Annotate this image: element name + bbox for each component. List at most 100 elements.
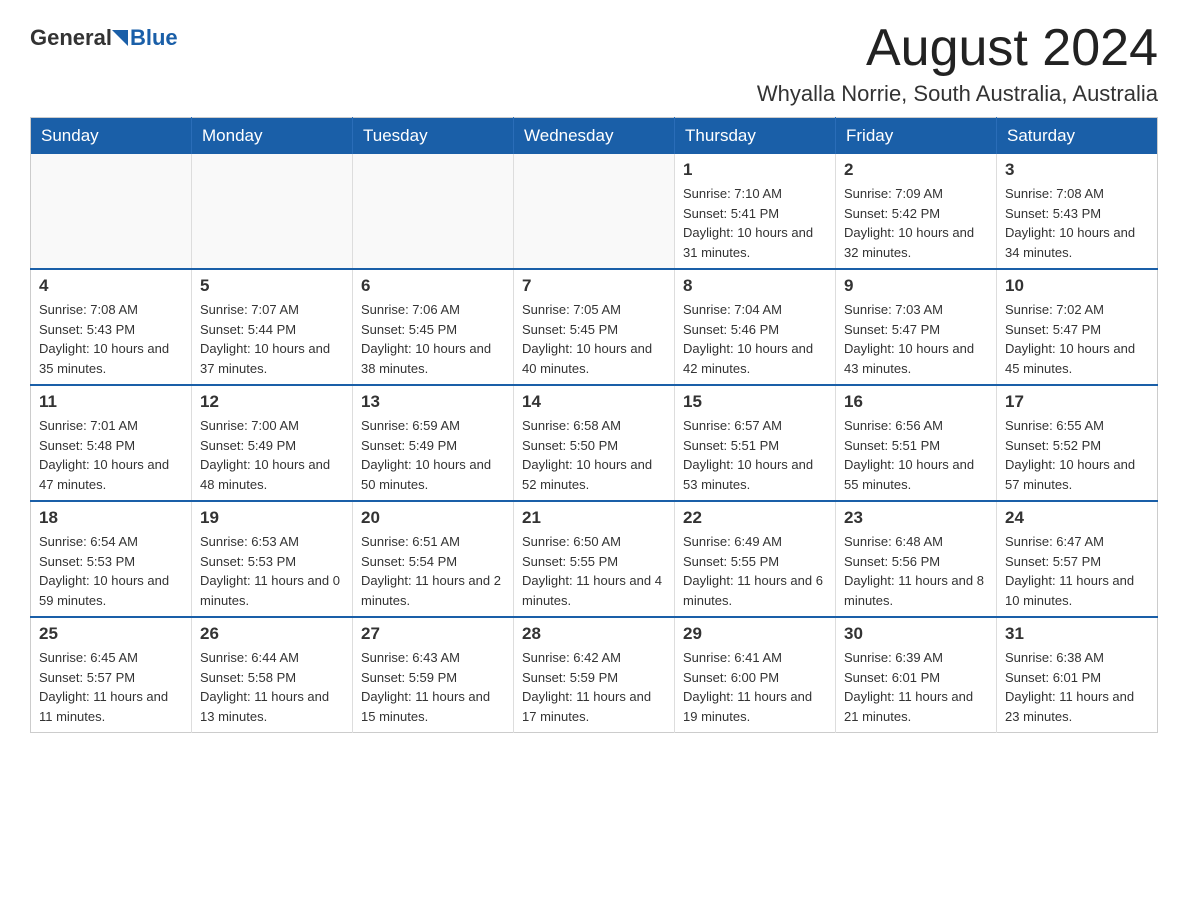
day-number: 12 [200,392,344,412]
day-number: 10 [1005,276,1149,296]
day-number: 16 [844,392,988,412]
day-number: 18 [39,508,183,528]
day-number: 31 [1005,624,1149,644]
calendar-cell: 6 Sunrise: 7:06 AMSunset: 5:45 PMDaylight… [353,269,514,385]
day-number: 22 [683,508,827,528]
day-of-week-header: Wednesday [514,118,675,155]
day-info: Sunrise: 7:00 AMSunset: 5:49 PMDaylight:… [200,416,344,494]
calendar-cell: 26 Sunrise: 6:44 AMSunset: 5:58 PMDayligh… [192,617,353,733]
calendar-cell: 31 Sunrise: 6:38 AMSunset: 6:01 PMDayligh… [997,617,1158,733]
day-of-week-header: Sunday [31,118,192,155]
calendar-week-row: 25 Sunrise: 6:45 AMSunset: 5:57 PMDayligh… [31,617,1158,733]
day-info: Sunrise: 6:38 AMSunset: 6:01 PMDaylight:… [1005,648,1149,726]
title-section: August 2024 Whyalla Norrie, South Austra… [757,20,1158,107]
calendar-cell: 12 Sunrise: 7:00 AMSunset: 5:49 PMDayligh… [192,385,353,501]
calendar-cell: 1 Sunrise: 7:10 AMSunset: 5:41 PMDaylight… [675,154,836,269]
calendar-week-row: 11Sunrise: 7:01 AMSunset: 5:48 PMDayligh… [31,385,1158,501]
calendar-cell: 4Sunrise: 7:08 AMSunset: 5:43 PMDaylight… [31,269,192,385]
calendar-cell: 22Sunrise: 6:49 AMSunset: 5:55 PMDayligh… [675,501,836,617]
calendar-cell: 24 Sunrise: 6:47 AMSunset: 5:57 PMDayligh… [997,501,1158,617]
calendar-cell: 5 Sunrise: 7:07 AMSunset: 5:44 PMDaylight… [192,269,353,385]
calendar-cell: 8 Sunrise: 7:04 AMSunset: 5:46 PMDaylight… [675,269,836,385]
calendar-cell: 19 Sunrise: 6:53 AMSunset: 5:53 PMDayligh… [192,501,353,617]
day-info: Sunrise: 6:41 AMSunset: 6:00 PMDaylight:… [683,648,827,726]
day-number: 11 [39,392,183,412]
day-number: 8 [683,276,827,296]
logo-arrow-icon [112,30,128,46]
calendar-cell: 11Sunrise: 7:01 AMSunset: 5:48 PMDayligh… [31,385,192,501]
day-info: Sunrise: 6:56 AMSunset: 5:51 PMDaylight:… [844,416,988,494]
day-number: 14 [522,392,666,412]
calendar-cell [353,154,514,269]
day-info: Sunrise: 7:09 AMSunset: 5:42 PMDaylight:… [844,184,988,262]
logo-blue-part: Blue [112,25,178,51]
day-info: Sunrise: 6:45 AMSunset: 5:57 PMDaylight:… [39,648,183,726]
day-of-week-header: Saturday [997,118,1158,155]
calendar-table: SundayMondayTuesdayWednesdayThursdayFrid… [30,117,1158,733]
calendar-week-row: 18 Sunrise: 6:54 AMSunset: 5:53 PMDayligh… [31,501,1158,617]
day-info: Sunrise: 6:39 AMSunset: 6:01 PMDaylight:… [844,648,988,726]
calendar-cell: 3 Sunrise: 7:08 AMSunset: 5:43 PMDaylight… [997,154,1158,269]
calendar-cell: 17Sunrise: 6:55 AMSunset: 5:52 PMDayligh… [997,385,1158,501]
calendar-cell: 9Sunrise: 7:03 AMSunset: 5:47 PMDaylight… [836,269,997,385]
day-number: 6 [361,276,505,296]
day-info: Sunrise: 7:05 AMSunset: 5:45 PMDaylight:… [522,300,666,378]
day-number: 3 [1005,160,1149,180]
day-of-week-header: Tuesday [353,118,514,155]
day-number: 15 [683,392,827,412]
day-info: Sunrise: 6:59 AMSunset: 5:49 PMDaylight:… [361,416,505,494]
day-number: 5 [200,276,344,296]
day-info: Sunrise: 6:53 AMSunset: 5:53 PMDaylight:… [200,532,344,610]
day-info: Sunrise: 6:48 AMSunset: 5:56 PMDaylight:… [844,532,988,610]
calendar-cell [514,154,675,269]
logo-blue-text: Blue [130,25,178,51]
day-number: 26 [200,624,344,644]
calendar-cell: 29Sunrise: 6:41 AMSunset: 6:00 PMDayligh… [675,617,836,733]
day-info: Sunrise: 7:08 AMSunset: 5:43 PMDaylight:… [39,300,183,378]
calendar-cell: 21 Sunrise: 6:50 AMSunset: 5:55 PMDayligh… [514,501,675,617]
day-number: 13 [361,392,505,412]
location-subtitle: Whyalla Norrie, South Australia, Austral… [757,81,1158,107]
day-number: 24 [1005,508,1149,528]
calendar-cell: 7Sunrise: 7:05 AMSunset: 5:45 PMDaylight… [514,269,675,385]
day-number: 21 [522,508,666,528]
day-number: 25 [39,624,183,644]
calendar-cell: 23 Sunrise: 6:48 AMSunset: 5:56 PMDayligh… [836,501,997,617]
day-number: 19 [200,508,344,528]
day-info: Sunrise: 7:07 AMSunset: 5:44 PMDaylight:… [200,300,344,378]
day-info: Sunrise: 6:44 AMSunset: 5:58 PMDaylight:… [200,648,344,726]
calendar-cell: 27 Sunrise: 6:43 AMSunset: 5:59 PMDayligh… [353,617,514,733]
day-info: Sunrise: 6:42 AMSunset: 5:59 PMDaylight:… [522,648,666,726]
day-info: Sunrise: 6:50 AMSunset: 5:55 PMDaylight:… [522,532,666,610]
day-number: 17 [1005,392,1149,412]
calendar-cell: 14 Sunrise: 6:58 AMSunset: 5:50 PMDayligh… [514,385,675,501]
day-number: 30 [844,624,988,644]
day-info: Sunrise: 7:04 AMSunset: 5:46 PMDaylight:… [683,300,827,378]
calendar-cell: 16 Sunrise: 6:56 AMSunset: 5:51 PMDayligh… [836,385,997,501]
day-number: 27 [361,624,505,644]
logo-general-text: General [30,25,112,51]
day-info: Sunrise: 7:03 AMSunset: 5:47 PMDaylight:… [844,300,988,378]
day-info: Sunrise: 6:54 AMSunset: 5:53 PMDaylight:… [39,532,183,610]
calendar-cell: 15 Sunrise: 6:57 AMSunset: 5:51 PMDayligh… [675,385,836,501]
calendar-cell: 25 Sunrise: 6:45 AMSunset: 5:57 PMDayligh… [31,617,192,733]
logo: General Blue [30,20,178,51]
day-info: Sunrise: 6:51 AMSunset: 5:54 PMDaylight:… [361,532,505,610]
day-header-row: SundayMondayTuesdayWednesdayThursdayFrid… [31,118,1158,155]
day-info: Sunrise: 7:06 AMSunset: 5:45 PMDaylight:… [361,300,505,378]
calendar-cell: 2 Sunrise: 7:09 AMSunset: 5:42 PMDaylight… [836,154,997,269]
calendar-cell: 28Sunrise: 6:42 AMSunset: 5:59 PMDayligh… [514,617,675,733]
day-info: Sunrise: 6:58 AMSunset: 5:50 PMDaylight:… [522,416,666,494]
day-number: 23 [844,508,988,528]
calendar-cell: 18 Sunrise: 6:54 AMSunset: 5:53 PMDayligh… [31,501,192,617]
day-info: Sunrise: 6:47 AMSunset: 5:57 PMDaylight:… [1005,532,1149,610]
calendar-header: SundayMondayTuesdayWednesdayThursdayFrid… [31,118,1158,155]
day-info: Sunrise: 7:08 AMSunset: 5:43 PMDaylight:… [1005,184,1149,262]
day-info: Sunrise: 6:43 AMSunset: 5:59 PMDaylight:… [361,648,505,726]
day-info: Sunrise: 6:57 AMSunset: 5:51 PMDaylight:… [683,416,827,494]
calendar-cell: 30 Sunrise: 6:39 AMSunset: 6:01 PMDayligh… [836,617,997,733]
day-number: 1 [683,160,827,180]
calendar-cell [192,154,353,269]
day-number: 2 [844,160,988,180]
day-info: Sunrise: 7:10 AMSunset: 5:41 PMDaylight:… [683,184,827,262]
